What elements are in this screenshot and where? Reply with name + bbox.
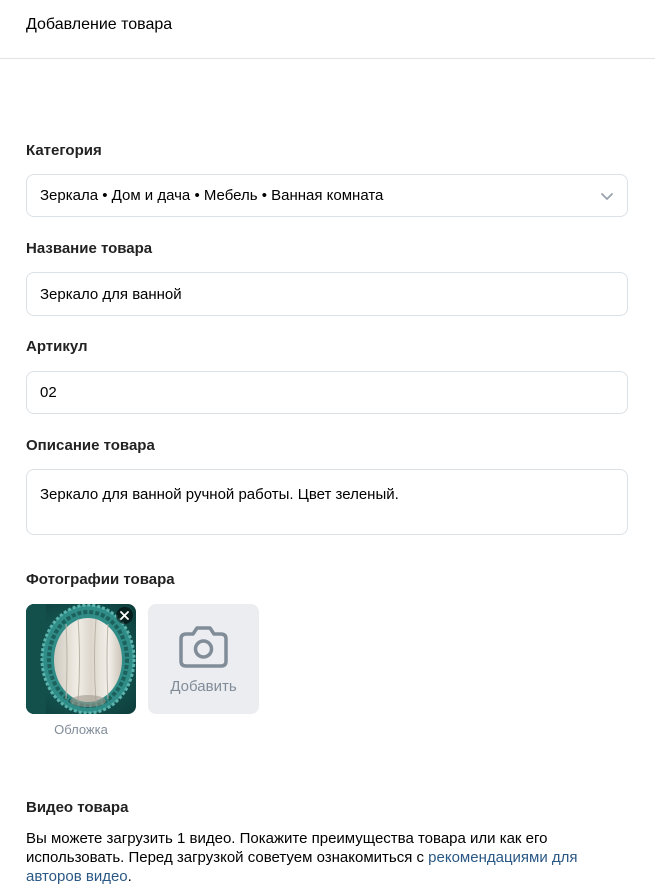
chevron-down-icon (601, 192, 613, 200)
video-label: Видео товара (26, 799, 129, 816)
page-title: Добавление товара (26, 16, 173, 33)
page-header: Добавление товара (0, 0, 655, 59)
add-photo-label: Добавить (170, 678, 237, 695)
product-name-value: Зеркало для ванной (40, 285, 182, 303)
video-description: Вы можете загрузить 1 видео. Покажите пр… (26, 829, 626, 886)
category-select[interactable]: Зеркала • Дом и дача • Мебель • Ванная к… (26, 174, 628, 217)
close-icon (120, 611, 129, 620)
add-photo-button[interactable]: Добавить (148, 604, 259, 714)
product-name-input[interactable]: Зеркало для ванной (26, 272, 628, 316)
photos-label: Фотографии товара (26, 571, 175, 588)
sku-value: 02 (40, 384, 57, 401)
video-text-end: . (127, 868, 132, 885)
camera-icon (179, 626, 228, 668)
description-textarea[interactable]: Зеркало для ванной ручной работы. Цвет з… (26, 469, 628, 535)
description-value: Зеркало для ванной ручной работы. Цвет з… (40, 486, 399, 503)
sku-input[interactable]: 02 (26, 371, 628, 414)
remove-photo-button[interactable] (116, 607, 133, 624)
product-photo-thumbnail[interactable] (26, 604, 136, 714)
sku-label: Артикул (26, 338, 88, 355)
category-label: Категория (26, 142, 102, 159)
description-label: Описание товара (26, 437, 155, 454)
product-name-label: Название товара (26, 240, 153, 257)
cover-label: Обложка (54, 722, 108, 737)
category-value: Зеркала • Дом и дача • Мебель • Ванная к… (40, 187, 384, 204)
